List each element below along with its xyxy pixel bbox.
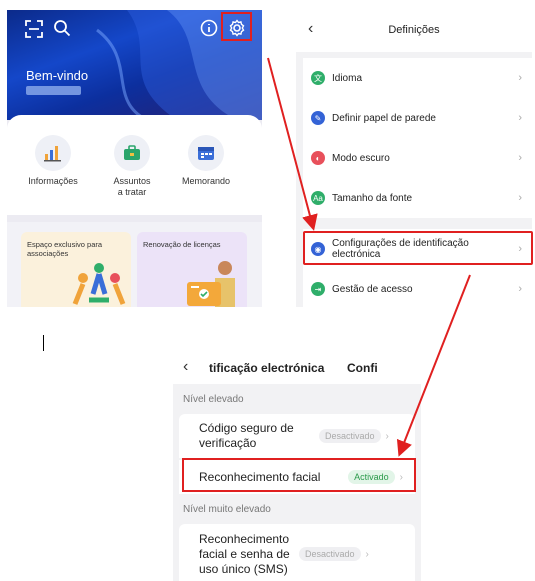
text-cursor	[43, 335, 44, 351]
arrow-to-facial	[396, 274, 471, 457]
arrow-to-eid	[267, 57, 318, 231]
annotation-arrows	[267, 57, 471, 457]
